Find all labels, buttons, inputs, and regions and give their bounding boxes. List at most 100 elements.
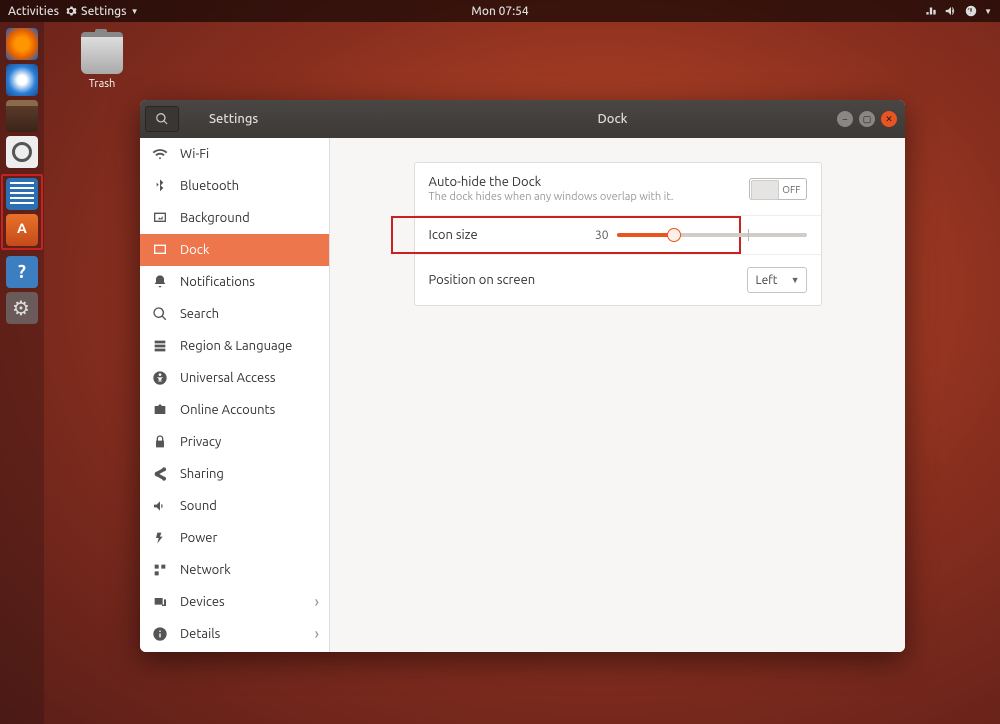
sidebar-item-label: Privacy xyxy=(180,435,221,449)
sidebar-item-network[interactable]: Network xyxy=(140,554,329,586)
settings-sidebar: Wi-Fi Bluetooth Background Dock Notification… xyxy=(140,138,330,652)
sidebar-item-sound[interactable]: Sound xyxy=(140,490,329,522)
files-launcher[interactable] xyxy=(6,100,38,132)
slider-fill xyxy=(617,233,674,237)
bluetooth-icon xyxy=(152,178,168,194)
activities-button[interactable]: Activities xyxy=(8,5,59,18)
sharing-icon xyxy=(152,466,168,482)
maximize-button[interactable]: ▢ xyxy=(859,111,875,127)
sidebar-item-label: Universal Access xyxy=(180,371,275,385)
sound-icon xyxy=(152,498,168,514)
window-title: Settings xyxy=(209,112,258,126)
network-icon xyxy=(924,4,938,18)
autohide-subtitle: The dock hides when any windows overlap … xyxy=(429,191,674,203)
dock-settings-panel: Auto-hide the Dock The dock hides when a… xyxy=(414,162,822,306)
iconsize-row: Icon size 30 xyxy=(415,216,821,255)
sidebar-item-label: Region & Language xyxy=(180,339,292,353)
chevron-right-icon: › xyxy=(315,593,320,611)
sidebar-item-bell[interactable]: Notifications xyxy=(140,266,329,298)
chevron-right-icon: › xyxy=(315,625,320,643)
ubuntu-software-launcher[interactable] xyxy=(6,214,38,246)
power-icon xyxy=(152,530,168,546)
sidebar-item-label: Background xyxy=(180,211,250,225)
sidebar-item-label: Devices xyxy=(180,595,225,609)
top-panel: Activities Settings ▼ Mon 07:54 ▼ xyxy=(0,0,1000,22)
dropdown-arrow-icon: ▼ xyxy=(984,7,992,16)
autohide-toggle[interactable]: OFF xyxy=(749,178,807,200)
sidebar-item-background[interactable]: Background xyxy=(140,202,329,234)
sidebar-item-label: Notifications xyxy=(180,275,255,289)
sidebar-item-devices[interactable]: Devices › xyxy=(140,586,329,618)
firefox-launcher[interactable] xyxy=(6,28,38,60)
sidebar-item-label: Power xyxy=(180,531,217,545)
sidebar-item-label: Bluetooth xyxy=(180,179,239,193)
sidebar-item-online[interactable]: Online Accounts xyxy=(140,394,329,426)
gear-icon xyxy=(65,5,77,17)
bell-icon xyxy=(152,274,168,290)
iconsize-value: 30 xyxy=(595,229,609,242)
slider-thumb[interactable] xyxy=(667,228,681,242)
settings-content: Auto-hide the Dock The dock hides when a… xyxy=(330,138,905,652)
trash-desktop-icon[interactable]: Trash xyxy=(72,32,132,90)
dropdown-arrow-icon: ▼ xyxy=(131,7,139,16)
slider-tick xyxy=(748,229,749,241)
dock: ? xyxy=(0,22,44,724)
search-icon xyxy=(155,112,169,126)
sidebar-item-label: Sound xyxy=(180,499,217,513)
background-icon xyxy=(152,210,168,226)
titlebar[interactable]: Settings Dock – ▢ ✕ xyxy=(140,100,905,138)
autohide-row: Auto-hide the Dock The dock hides when a… xyxy=(415,163,821,216)
position-row: Position on screen Left ▼ xyxy=(415,255,821,305)
position-value: Left xyxy=(756,274,778,287)
rhythmbox-launcher[interactable] xyxy=(6,136,38,168)
help-launcher[interactable]: ? xyxy=(6,256,38,288)
dock-highlight xyxy=(1,174,43,250)
sidebar-item-label: Online Accounts xyxy=(180,403,275,417)
sidebar-item-sharing[interactable]: Sharing xyxy=(140,458,329,490)
search-icon xyxy=(152,306,168,322)
iconsize-slider[interactable] xyxy=(617,233,807,237)
region-icon xyxy=(152,338,168,354)
details-icon xyxy=(152,626,168,642)
trash-label: Trash xyxy=(72,78,132,90)
sidebar-item-label: Network xyxy=(180,563,231,577)
settings-launcher[interactable] xyxy=(6,292,38,324)
universal-icon xyxy=(152,370,168,386)
privacy-icon xyxy=(152,434,168,450)
sidebar-item-bluetooth[interactable]: Bluetooth xyxy=(140,170,329,202)
sidebar-item-dock[interactable]: Dock xyxy=(140,234,329,266)
sidebar-item-label: Wi-Fi xyxy=(180,147,209,161)
app-menu[interactable]: Settings ▼ xyxy=(65,5,138,18)
sidebar-item-label: Search xyxy=(180,307,219,321)
position-label: Position on screen xyxy=(429,273,536,287)
thunderbird-launcher[interactable] xyxy=(6,64,38,96)
sidebar-item-power[interactable]: Power xyxy=(140,522,329,554)
minimize-button[interactable]: – xyxy=(837,111,853,127)
sidebar-item-universal[interactable]: Universal Access xyxy=(140,362,329,394)
sidebar-item-search[interactable]: Search xyxy=(140,298,329,330)
autohide-title: Auto-hide the Dock xyxy=(429,175,674,189)
sidebar-item-label: Sharing xyxy=(180,467,224,481)
sidebar-item-region[interactable]: Region & Language xyxy=(140,330,329,362)
sidebar-item-label: Details xyxy=(180,627,220,641)
settings-window: Settings Dock – ▢ ✕ Wi-Fi Bluetooth Backgr… xyxy=(140,100,905,652)
power-icon xyxy=(964,4,978,18)
sidebar-item-privacy[interactable]: Privacy xyxy=(140,426,329,458)
sidebar-item-label: Dock xyxy=(180,243,209,257)
position-dropdown[interactable]: Left ▼ xyxy=(747,267,807,293)
toggle-state-label: OFF xyxy=(782,184,800,195)
online-icon xyxy=(152,402,168,418)
trash-icon xyxy=(81,32,123,74)
iconsize-label: Icon size xyxy=(429,228,478,242)
clock[interactable]: Mon 07:54 xyxy=(471,5,528,18)
dock-icon xyxy=(152,242,168,258)
sidebar-item-details[interactable]: Details › xyxy=(140,618,329,650)
header-search-button[interactable] xyxy=(145,106,179,132)
close-button[interactable]: ✕ xyxy=(881,111,897,127)
chevron-down-icon: ▼ xyxy=(791,275,800,285)
system-tray[interactable]: ▼ xyxy=(924,4,992,18)
libreoffice-writer-launcher[interactable] xyxy=(6,178,38,210)
sidebar-item-wifi[interactable]: Wi-Fi xyxy=(140,138,329,170)
pane-title: Dock xyxy=(597,112,627,126)
volume-icon xyxy=(944,4,958,18)
